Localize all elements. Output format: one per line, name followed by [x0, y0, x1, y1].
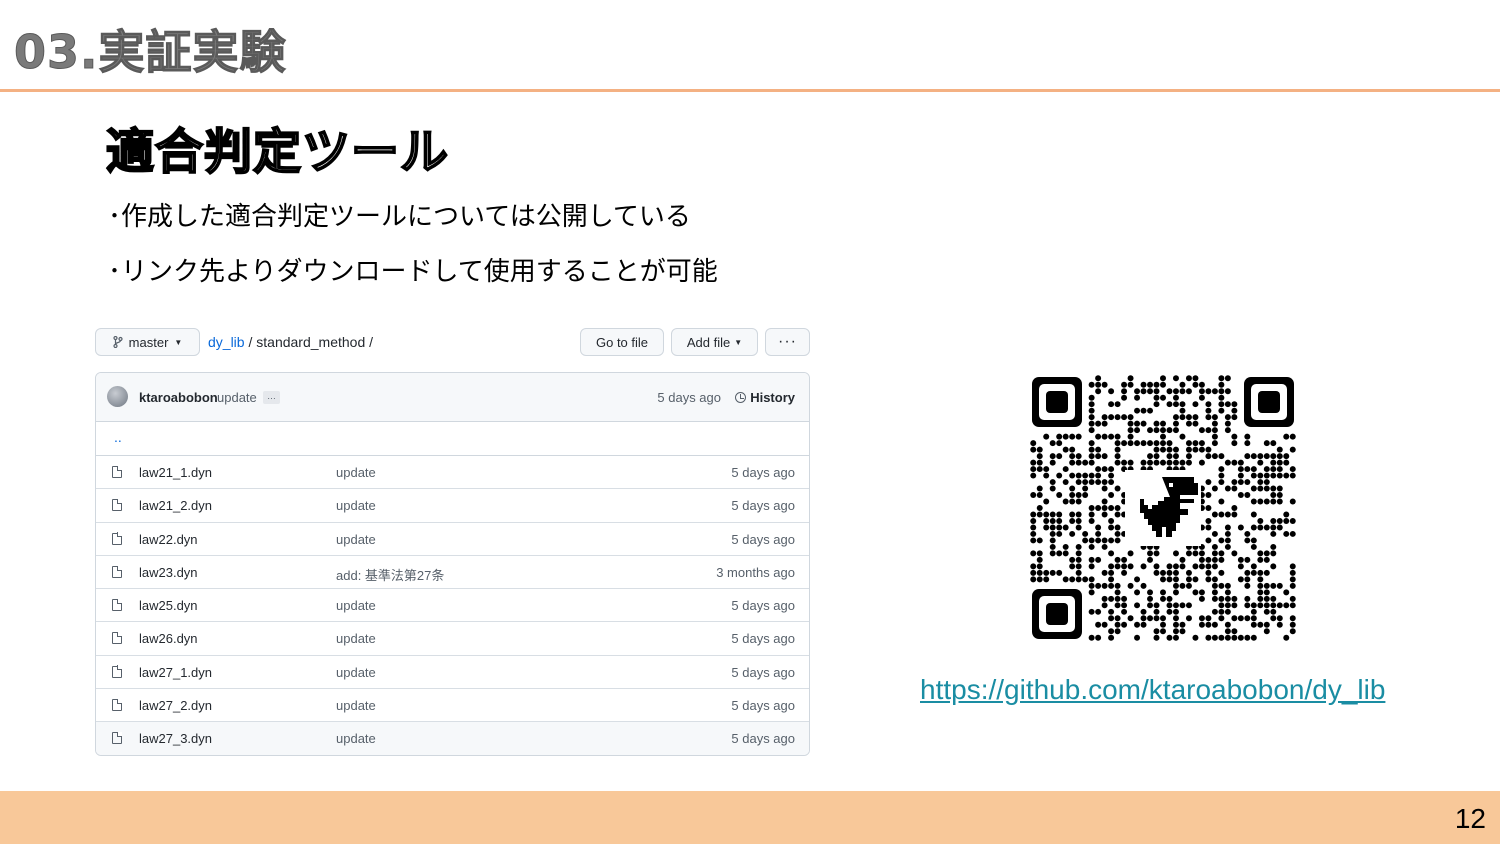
file-icon — [112, 598, 123, 612]
file-commit-message[interactable]: update — [336, 598, 376, 613]
slide-title: 03.実証実験 — [14, 25, 287, 80]
breadcrumb-path: standard_method — [256, 334, 366, 350]
qr-code — [1030, 375, 1296, 641]
file-commit-message[interactable]: add: 基準法第27条 — [336, 565, 444, 584]
file-commit-time: 5 days ago — [731, 631, 795, 647]
commit-message[interactable]: update — [217, 390, 257, 405]
page-number: 12 — [1454, 803, 1486, 834]
parent-directory-row[interactable]: .. — [96, 422, 809, 456]
file-commit-time: 5 days ago — [731, 531, 795, 547]
file-commit-message[interactable]: update — [336, 532, 376, 547]
avatar[interactable] — [107, 386, 128, 407]
file-icon — [112, 632, 123, 645]
bullet-item: ･リンク先よりダウンロードして使用することが可能 — [108, 257, 718, 287]
commit-time: 5 days ago — [657, 390, 721, 405]
go-to-file-button[interactable]: Go to file — [580, 328, 664, 356]
file-icon — [112, 498, 123, 512]
parent-directory-link[interactable]: .. — [114, 429, 122, 445]
file-commit-message[interactable]: update — [336, 665, 376, 680]
file-row[interactable]: law27_3.dyn update 5 days ago — [96, 722, 809, 755]
file-row[interactable]: law21_2.dyn update 5 days ago — [96, 489, 809, 523]
branch-label: master — [128, 334, 169, 350]
commit-author[interactable]: ktaroabobon — [139, 390, 218, 405]
add-file-button[interactable]: Add file ▼ — [671, 328, 758, 356]
breadcrumb-separator: / — [365, 334, 374, 350]
breadcrumb: dy_lib / standard_method / — [208, 334, 373, 350]
file-commit-time: 5 days ago — [731, 731, 795, 747]
file-row[interactable]: law27_2.dyn update 5 days ago — [96, 689, 809, 723]
latest-commit-row: ktaroabobon update … 5 days ago History — [96, 373, 809, 422]
commit-expand-button[interactable]: … — [263, 391, 280, 404]
file-icon — [112, 732, 123, 745]
history-icon — [735, 392, 747, 403]
file-icon — [112, 465, 123, 478]
add-file-label: Add file — [686, 334, 731, 350]
git-branch-icon — [113, 336, 123, 348]
branch-select-button[interactable]: master ▼ — [95, 328, 200, 356]
file-icon — [112, 532, 123, 545]
file-commit-time: 5 days ago — [731, 698, 795, 714]
file-commit-time: 5 days ago — [731, 598, 795, 614]
file-row[interactable]: law26.dyn update 5 days ago — [96, 622, 809, 656]
file-commit-message[interactable]: update — [336, 731, 376, 746]
file-row[interactable]: law23.dyn add: 基準法第27条 3 months ago — [96, 556, 809, 590]
file-row[interactable]: law27_1.dyn update 5 days ago — [96, 656, 809, 690]
file-name-link[interactable]: law27_2.dyn — [139, 698, 212, 713]
file-commit-time: 5 days ago — [731, 664, 795, 680]
file-name-link[interactable]: law22.dyn — [139, 532, 198, 547]
file-commit-message[interactable]: update — [336, 465, 376, 480]
file-commit-time: 5 days ago — [731, 465, 795, 480]
file-name-link[interactable]: law27_3.dyn — [139, 731, 212, 746]
file-name-link[interactable]: law21_1.dyn — [139, 465, 212, 480]
file-icon — [112, 665, 123, 678]
bullet-item: ･作成した適合判定ツールについては公開している — [108, 202, 691, 232]
breadcrumb-separator: / — [244, 334, 257, 350]
footer-band: 12 — [0, 791, 1500, 844]
chevron-down-icon: ▼ — [174, 337, 183, 347]
more-options-button[interactable]: ··· — [765, 328, 810, 356]
github-toolbar: master ▼ dy_lib / standard_method / Go t… — [95, 328, 810, 358]
file-name-link[interactable]: law21_2.dyn — [139, 498, 212, 513]
file-commit-message[interactable]: update — [336, 498, 376, 513]
file-name-link[interactable]: law26.dyn — [139, 631, 198, 646]
file-name-link[interactable]: law25.dyn — [139, 598, 198, 613]
dinosaur-icon — [1125, 470, 1201, 546]
file-commit-time: 3 months ago — [716, 564, 795, 580]
file-icon — [112, 698, 123, 712]
file-commit-message[interactable]: update — [336, 631, 376, 646]
file-row[interactable]: law21_1.dyn update 5 days ago — [96, 456, 809, 490]
file-row[interactable]: law22.dyn update 5 days ago — [96, 523, 809, 556]
section-heading: 適合判定ツール — [105, 123, 450, 181]
breadcrumb-repo-link[interactable]: dy_lib — [208, 334, 245, 350]
repository-url-link[interactable]: https://github.com/ktaroabobon/dy_lib — [920, 674, 1385, 706]
title-divider — [0, 89, 1500, 92]
file-name-link[interactable]: law23.dyn — [139, 565, 198, 580]
file-name-link[interactable]: law27_1.dyn — [139, 665, 212, 680]
file-list: ktaroabobon update … 5 days ago History … — [95, 372, 810, 756]
history-label: History — [750, 390, 795, 405]
file-commit-time: 5 days ago — [731, 498, 795, 514]
chevron-down-icon: ▼ — [734, 337, 743, 347]
history-link[interactable]: History — [735, 390, 795, 405]
file-row[interactable]: law25.dyn update 5 days ago — [96, 589, 809, 623]
file-icon — [112, 565, 123, 578]
file-commit-message[interactable]: update — [336, 698, 376, 713]
